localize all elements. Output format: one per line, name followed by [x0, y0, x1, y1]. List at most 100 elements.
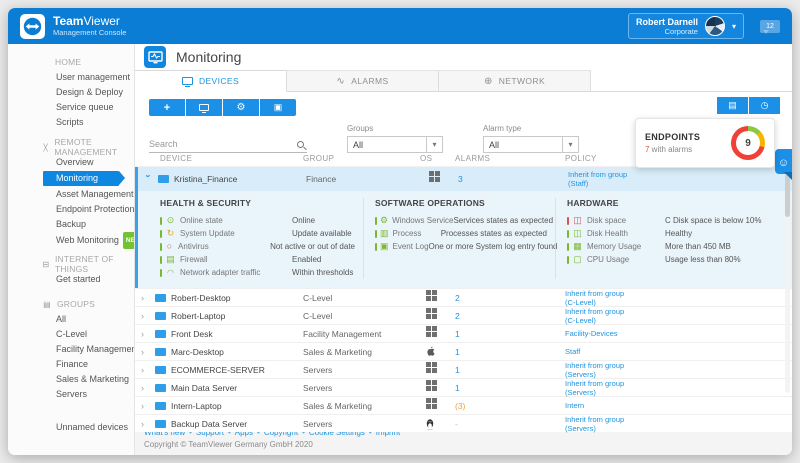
teamviewer-logo-icon[interactable]: [20, 14, 45, 39]
policy-link[interactable]: Inherit from group: [565, 289, 792, 298]
detail-row-cpu-usage: CPU UsageUsage less than 80%: [567, 253, 784, 266]
device-name[interactable]: Backup Data Server: [171, 419, 247, 429]
chevron-right-icon[interactable]: [141, 401, 150, 411]
smiley-icon: [778, 153, 789, 171]
alarms-count-link[interactable]: 1: [455, 329, 460, 339]
table-row[interactable]: Front Desk Facility Management 1 Facilit…: [135, 324, 792, 342]
table-row[interactable]: Marc-Desktop Sales & Marketing 1 Staff: [135, 342, 792, 360]
policy-link-line2[interactable]: (Servers): [565, 370, 792, 379]
device-name[interactable]: Robert-Laptop: [171, 311, 225, 321]
table-row[interactable]: Intern-Laptop Sales & Marketing (3) Inte…: [135, 396, 792, 414]
policy-link[interactable]: Facility-Devices: [565, 329, 792, 338]
add-device-button[interactable]: [149, 99, 185, 116]
table-row-expanded[interactable]: Kristina_Finance Finance 3 Inherit from …: [138, 167, 792, 191]
alarms-count-link[interactable]: 3: [458, 174, 463, 184]
settings-button[interactable]: [223, 99, 259, 116]
policy-link[interactable]: Inherit from group: [565, 415, 792, 424]
detail-row-memory-usage: Memory UsageMore than 450 MB: [567, 240, 784, 253]
chevron-right-icon[interactable]: [141, 329, 150, 339]
table-row[interactable]: ECOMMERCE-SERVER Servers 1 Inherit from …: [135, 360, 792, 378]
feedback-tab[interactable]: [775, 149, 792, 174]
tab-devices[interactable]: DEVICES: [135, 70, 287, 92]
device-name[interactable]: Robert-Desktop: [171, 293, 231, 303]
chevron-right-icon[interactable]: [141, 419, 150, 429]
chevron-right-icon[interactable]: [141, 365, 150, 375]
chevron-right-icon[interactable]: [141, 311, 150, 321]
brand-subtitle: Management Console: [53, 28, 126, 37]
sidebar-item-group-servers[interactable]: Servers: [8, 387, 134, 402]
sidebar-item-design-deploy[interactable]: Design & Deploy: [8, 85, 134, 100]
sidebar-item-group-facility-management[interactable]: Facility Management: [8, 342, 134, 357]
user-menu[interactable]: Robert Darnell Corporate: [628, 13, 744, 39]
alarms-count-link[interactable]: -: [455, 419, 458, 429]
policy-link[interactable]: Intern: [565, 401, 792, 410]
history-button[interactable]: [749, 97, 780, 114]
memory-icon: [572, 242, 583, 251]
policies-button[interactable]: [260, 99, 296, 116]
groups-filter: Groups All: [347, 124, 443, 153]
policy-link-line2[interactable]: (Servers): [565, 424, 792, 433]
alarms-count-link[interactable]: 1: [455, 383, 460, 393]
chevron-down-icon[interactable]: [144, 175, 154, 184]
tab-alarms[interactable]: ALARMS: [287, 70, 439, 91]
alarms-count-link[interactable]: (3): [455, 401, 465, 411]
sidebar-item-asset-management[interactable]: Asset Management: [8, 187, 134, 202]
chevron-right-icon[interactable]: [141, 293, 150, 303]
alarms-count-link[interactable]: 2: [455, 311, 460, 321]
sidebar-item-overview[interactable]: Overview: [8, 155, 134, 170]
policy-link-line2[interactable]: (Staff): [568, 179, 792, 188]
policy-link[interactable]: Inherit from group: [568, 170, 792, 179]
app-header: TeamViewer Management Console Robert Dar…: [8, 8, 792, 44]
avatar[interactable]: [705, 16, 725, 36]
alarms-count-link[interactable]: 1: [455, 365, 460, 375]
page-title-bar: Monitoring: [135, 44, 792, 70]
table-row[interactable]: Robert-Laptop C-Level 2 Inherit from gro…: [135, 306, 792, 324]
policy-link[interactable]: Inherit from group: [565, 307, 792, 316]
alarms-count-link[interactable]: 1: [455, 347, 460, 357]
detail-row-firewall: FirewallEnabled: [160, 253, 355, 266]
sidebar-item-group-c-level[interactable]: C-Level: [8, 327, 134, 342]
chevron-right-icon[interactable]: [141, 347, 150, 357]
column-alarms[interactable]: ALARMS: [455, 154, 565, 163]
devices-view-button[interactable]: [186, 99, 222, 116]
sidebar-item-user-management[interactable]: User management: [8, 70, 134, 85]
sidebar-item-backup[interactable]: Backup: [8, 217, 134, 232]
globe-icon: [484, 76, 493, 87]
endpoints-total: 9: [736, 131, 760, 155]
device-name[interactable]: Intern-Laptop: [171, 401, 222, 411]
table-row[interactable]: Backup Data Server Servers - Inherit fro…: [135, 414, 792, 432]
sidebar-item-service-queue[interactable]: Service queue: [8, 100, 134, 115]
device-name[interactable]: Front Desk: [171, 329, 213, 339]
sidebar-item-unnamed-devices[interactable]: Unnamed devices: [8, 420, 134, 435]
tab-network[interactable]: NETWORK: [439, 70, 591, 91]
chevron-right-icon[interactable]: [141, 383, 150, 393]
sidebar-item-get-started[interactable]: Get started: [8, 272, 134, 287]
sidebar-item-group-finance[interactable]: Finance: [8, 357, 134, 372]
sidebar-item-group-sales-marketing[interactable]: Sales & Marketing: [8, 372, 134, 387]
device-name[interactable]: Kristina_Finance: [174, 174, 237, 184]
alarms-count-link[interactable]: 2: [455, 293, 460, 303]
column-group[interactable]: GROUP: [303, 154, 420, 163]
notifications-chat-icon[interactable]: 12: [760, 20, 780, 33]
policy-link-line2[interactable]: (C-Level): [565, 298, 792, 307]
device-name[interactable]: Main Data Server: [171, 383, 237, 393]
search-icon: [297, 141, 304, 148]
sidebar-item-monitoring[interactable]: Monitoring: [43, 171, 119, 186]
column-os[interactable]: OS: [420, 154, 455, 163]
column-device[interactable]: DEVICE: [135, 154, 303, 163]
device-name[interactable]: Marc-Desktop: [171, 347, 224, 357]
policy-link-line2[interactable]: (C-Level): [565, 316, 792, 325]
sidebar-item-group-all[interactable]: All: [8, 312, 134, 327]
sidebar-item-scripts[interactable]: Scripts: [8, 115, 134, 130]
policy-link[interactable]: Inherit from group: [565, 379, 792, 388]
policy-link[interactable]: Staff: [565, 347, 792, 356]
report-button[interactable]: [717, 97, 748, 114]
table-row[interactable]: Robert-Desktop C-Level 2 Inherit from gr…: [135, 288, 792, 306]
vertical-scrollbar[interactable]: [785, 151, 790, 393]
policy-link-line2[interactable]: (Servers): [565, 388, 792, 397]
device-name[interactable]: ECOMMERCE-SERVER: [171, 365, 265, 375]
sidebar-item-endpoint-protection[interactable]: Endpoint Protection: [8, 202, 134, 217]
table-row[interactable]: Main Data Server Servers 1 Inherit from …: [135, 378, 792, 396]
policy-link[interactable]: Inherit from group: [565, 361, 792, 370]
sidebar-item-web-monitoring[interactable]: Web MonitoringNEW: [8, 232, 134, 247]
